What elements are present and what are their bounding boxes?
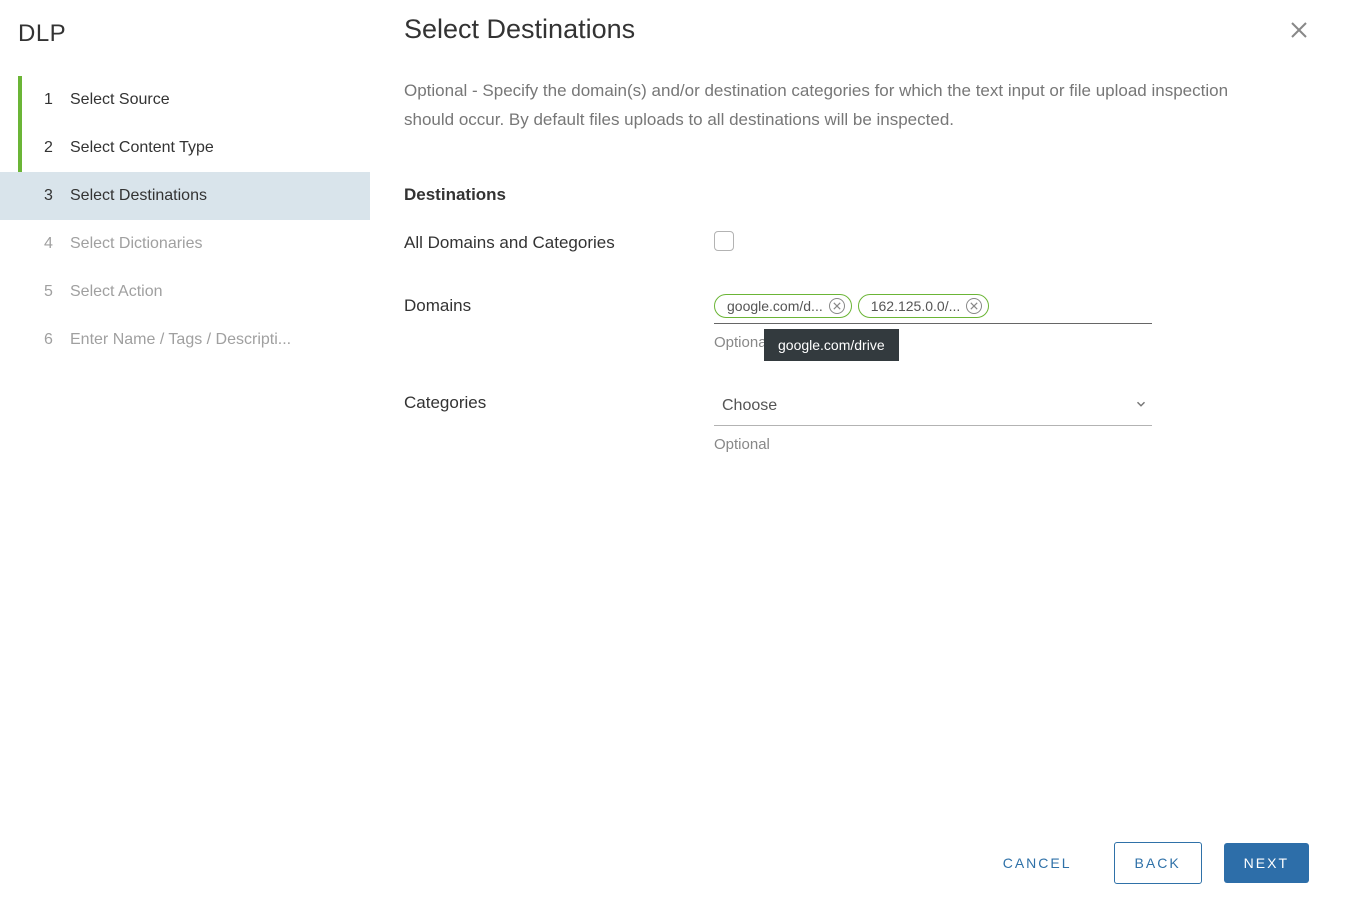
all-domains-label: All Domains and Categories: [404, 231, 714, 253]
page-title: Select Destinations: [404, 14, 1303, 45]
step-number: 6: [44, 331, 62, 349]
step-label: Enter Name / Tags / Descripti...: [70, 331, 291, 349]
step-number: 3: [44, 187, 62, 205]
chip-remove-icon[interactable]: [966, 298, 982, 314]
chip-text: google.com/d...: [727, 298, 823, 314]
close-icon[interactable]: [1287, 18, 1311, 42]
categories-select[interactable]: Choose: [714, 391, 1152, 426]
domain-chip[interactable]: 162.125.0.0/...: [858, 294, 990, 318]
categories-label: Categories: [404, 391, 714, 413]
page-description: Optional - Specify the domain(s) and/or …: [404, 77, 1274, 135]
step-select-content-type[interactable]: 2 Select Content Type: [0, 124, 370, 172]
row-domains: Domains google.com/d... 162.125.0.0/...: [404, 294, 1303, 351]
domain-tooltip: google.com/drive: [764, 329, 899, 361]
step-number: 5: [44, 283, 62, 301]
step-select-dictionaries[interactable]: 4 Select Dictionaries: [0, 220, 370, 268]
step-label: Select Content Type: [70, 139, 214, 157]
wizard-steps: 1 Select Source 2 Select Content Type 3 …: [0, 76, 370, 364]
sidebar-title: DLP: [0, 20, 370, 76]
cancel-button[interactable]: CANCEL: [983, 843, 1092, 883]
domains-label: Domains: [404, 294, 714, 316]
footer-actions: CANCEL BACK NEXT: [983, 842, 1309, 884]
domains-input[interactable]: google.com/d... 162.125.0.0/...: [714, 294, 1152, 324]
categories-placeholder: Choose: [722, 397, 777, 415]
step-label: Select Action: [70, 283, 163, 301]
step-enter-name-tags[interactable]: 6 Enter Name / Tags / Descripti...: [0, 316, 370, 364]
back-button[interactable]: BACK: [1114, 842, 1202, 884]
step-number: 1: [44, 91, 62, 109]
chevron-down-icon: [1134, 397, 1148, 414]
step-number: 2: [44, 139, 62, 157]
row-categories: Categories Choose Optional: [404, 391, 1303, 453]
step-select-action[interactable]: 5 Select Action: [0, 268, 370, 316]
step-label: Select Destinations: [70, 187, 207, 205]
step-select-destinations[interactable]: 3 Select Destinations: [0, 172, 370, 220]
main-panel: Select Destinations Optional - Specify t…: [370, 0, 1353, 912]
step-label: Select Dictionaries: [70, 235, 203, 253]
step-number: 4: [44, 235, 62, 253]
section-destinations-title: Destinations: [404, 185, 1303, 205]
all-domains-checkbox[interactable]: [714, 231, 734, 251]
chip-remove-icon[interactable]: [829, 298, 845, 314]
chip-text: 162.125.0.0/...: [871, 298, 961, 314]
step-select-source[interactable]: 1 Select Source: [0, 76, 370, 124]
step-label: Select Source: [70, 91, 170, 109]
row-all-domains: All Domains and Categories: [404, 231, 1303, 254]
categories-helper: Optional: [714, 436, 1152, 453]
domain-chip[interactable]: google.com/d...: [714, 294, 852, 318]
next-button[interactable]: NEXT: [1224, 843, 1309, 883]
sidebar: DLP 1 Select Source 2 Select Content Typ…: [0, 0, 370, 912]
